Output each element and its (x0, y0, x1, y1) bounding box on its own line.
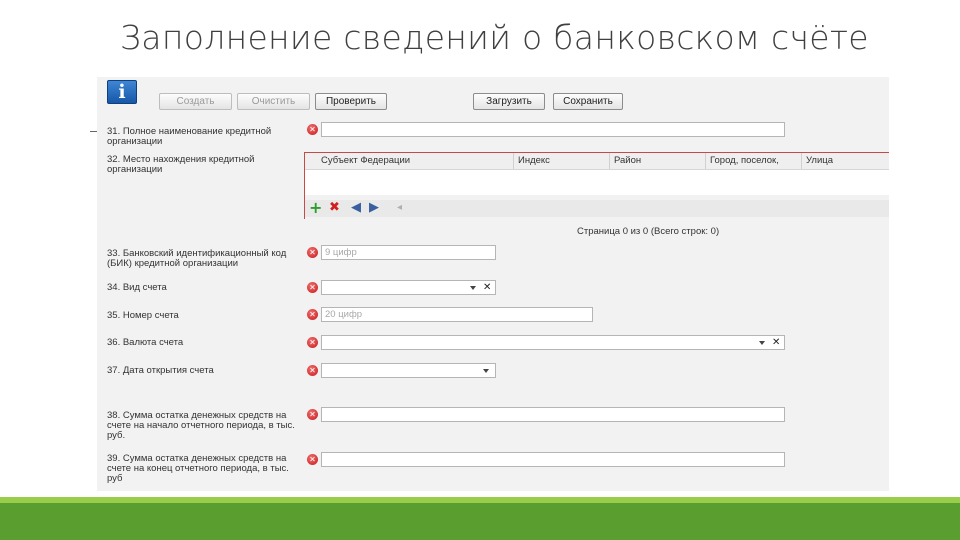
error-icon: ✕ (307, 365, 318, 376)
form-panel: i Создать Очистить Проверить Загрузить С… (97, 77, 889, 491)
grid-col-district[interactable]: Район (609, 153, 705, 169)
grid-header: Субъект Федерации Индекс Район Город, по… (305, 153, 889, 170)
slide-title: Заполнение сведений о банковском счёте (120, 18, 869, 57)
end-balance-input[interactable] (321, 452, 785, 467)
clear-icon[interactable]: ✕ (772, 336, 780, 349)
grid-pager: Страница 0 из 0 (Всего строк: 0) (577, 226, 720, 237)
error-icon: ✕ (307, 309, 318, 320)
create-button[interactable]: Создать (159, 93, 232, 110)
field-36-label: 36. Валюта счета (107, 337, 184, 348)
grid-body[interactable] (305, 170, 889, 195)
field-38-label: 38. Сумма остатка денежных средств на сч… (107, 410, 295, 441)
check-button[interactable]: Проверить (315, 93, 387, 110)
error-icon: ✕ (307, 337, 318, 348)
error-icon: ✕ (307, 409, 318, 420)
address-grid: Субъект Федерации Индекс Район Город, по… (304, 152, 889, 219)
delete-row-icon[interactable]: ✖ (329, 201, 340, 215)
footer-band (0, 503, 960, 540)
grid-col-index[interactable]: Индекс (513, 153, 609, 169)
field-35-label: 35. Номер счета (107, 310, 179, 321)
arrow-right-icon[interactable]: ▶ (369, 201, 379, 215)
open-date-picker[interactable] (321, 363, 496, 378)
error-icon: ✕ (307, 247, 318, 258)
info-icon[interactable]: i (107, 80, 137, 104)
currency-select[interactable]: ✕ (321, 335, 785, 350)
field-32-label: 32. Место нахождения кредитной организац… (107, 154, 255, 175)
credit-org-name-input[interactable] (321, 122, 785, 137)
bik-input[interactable]: 9 цифр (321, 245, 496, 260)
field-31-label: 31. Полное наименование кредитной органи… (107, 126, 272, 147)
start-balance-input[interactable] (321, 407, 785, 422)
chevron-down-icon[interactable] (483, 369, 489, 373)
scroll-left-icon[interactable]: ◂ (397, 201, 402, 215)
grid-col-subject[interactable]: Субъект Федерации (317, 153, 513, 169)
grid-col-street[interactable]: Улица (801, 153, 889, 169)
error-icon: ✕ (307, 282, 318, 293)
save-button[interactable]: Сохранить (553, 93, 623, 110)
clear-icon[interactable]: ✕ (483, 281, 491, 294)
field-34-label: 34. Вид счета (107, 282, 167, 293)
account-number-input[interactable]: 20 цифр (321, 307, 593, 322)
field-37-label: 37. Дата открытия счета (107, 365, 214, 376)
chevron-down-icon[interactable] (759, 341, 765, 345)
grid-toolbar: + ✖ ◀ ▶ ◂ (305, 200, 889, 217)
error-icon: ✕ (307, 454, 318, 465)
arrow-left-icon[interactable]: ◀ (351, 201, 361, 215)
grid-col-city[interactable]: Город, поселок, (705, 153, 801, 169)
account-type-select[interactable]: ✕ (321, 280, 496, 295)
field-39-label: 39. Сумма остатка денежных средств на сч… (107, 453, 289, 484)
error-icon: ✕ (307, 124, 318, 135)
clear-button[interactable]: Очистить (237, 93, 310, 110)
chevron-down-icon[interactable] (470, 286, 476, 290)
add-row-icon[interactable]: + (309, 200, 322, 216)
field-33-label: 33. Банковский идентификационный код (БИ… (107, 248, 287, 269)
load-button[interactable]: Загрузить (473, 93, 545, 110)
